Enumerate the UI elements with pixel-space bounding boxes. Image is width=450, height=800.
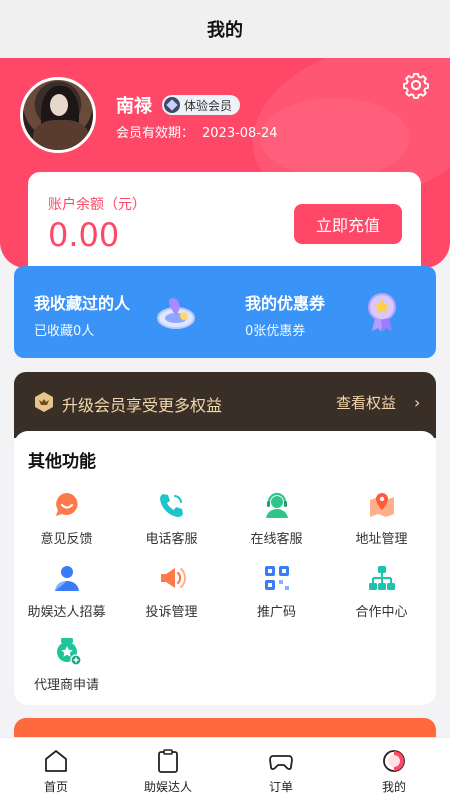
profile-icon <box>383 750 405 772</box>
avatar-body <box>33 120 89 150</box>
expiry-label: 会员有效期： <box>116 126 195 141</box>
function-label: 投诉管理 <box>145 605 198 620</box>
balance-amount: 0.00 <box>48 216 120 254</box>
member-badge: 体验会员 <box>162 95 241 115</box>
tab-label: 助娱达人 <box>143 780 192 794</box>
expiry-date: 2023-08-24 <box>202 126 278 141</box>
username: 南禄 <box>116 96 152 117</box>
tab-mine[interactable]: 我的 <box>338 738 450 800</box>
other-functions-title: 其他功能 <box>28 452 96 472</box>
gamepad-icon <box>269 755 293 770</box>
tab-companions[interactable]: 助娱达人 <box>112 738 224 800</box>
member-badge-label: 体验会员 <box>184 98 233 113</box>
header-decoration-2 <box>260 98 410 178</box>
function-agent[interactable]: 代理商申请 <box>14 632 119 702</box>
favorites-title: 我收藏过的人 <box>34 294 131 313</box>
balance-card: 账户余额（元） 0.00 立即充值 <box>28 172 421 272</box>
feedback-icon <box>55 493 78 516</box>
coupons-count: 0张优惠券 <box>245 324 306 339</box>
function-label: 电话客服 <box>145 532 198 547</box>
function-label: 助娱达人招募 <box>27 605 106 620</box>
cooperation-icon <box>368 566 395 590</box>
avatar[interactable] <box>20 77 96 153</box>
tab-label: 订单 <box>268 780 293 794</box>
coupons-title: 我的优惠券 <box>245 294 326 313</box>
qrcode-icon <box>264 566 289 590</box>
medal-icon <box>368 293 396 332</box>
home-icon <box>45 750 67 772</box>
function-label: 代理商申请 <box>33 678 99 693</box>
address-icon <box>369 493 394 517</box>
chevron-right-icon: › <box>414 393 421 412</box>
avatar-face <box>50 94 68 116</box>
page-title: 我的 <box>207 20 243 41</box>
favorites-icon <box>157 298 195 329</box>
diamond-icon <box>164 97 180 113</box>
other-functions-card: 其他功能 意见反馈 电话客服 在线客服 地址管理 助娱达人招募 投诉管理 推广码… <box>14 431 436 705</box>
view-benefits-link[interactable]: 查看权益 <box>336 392 396 413</box>
balance-label: 账户余额（元） <box>48 197 146 213</box>
recharge-button[interactable]: 立即充值 <box>294 204 402 244</box>
function-online-service[interactable]: 在线客服 <box>224 486 329 556</box>
function-feedback[interactable]: 意见反馈 <box>14 486 119 556</box>
gear-icon[interactable] <box>402 71 430 99</box>
function-address[interactable]: 地址管理 <box>329 486 434 556</box>
phone-icon <box>159 494 183 517</box>
vip-upgrade-text: 升级会员享受更多权益 <box>62 396 223 415</box>
recruit-icon <box>54 566 79 591</box>
function-phone-service[interactable]: 电话客服 <box>119 486 224 556</box>
function-label: 意见反馈 <box>40 532 93 547</box>
favorites-entry[interactable]: 我收藏过的人 已收藏0人 <box>14 266 225 358</box>
function-label: 合作中心 <box>355 605 408 620</box>
tab-label: 我的 <box>381 780 406 794</box>
complaint-icon <box>160 568 186 588</box>
quick-access-card: 我收藏过的人 已收藏0人 我的优惠券 0张优惠券 <box>14 266 436 358</box>
function-complaint[interactable]: 投诉管理 <box>119 559 224 629</box>
membership-expiry: 会员有效期： 2023-08-24 <box>116 122 278 141</box>
page-title-bar: 我的 <box>0 0 450 58</box>
vip-crown-icon <box>35 392 53 412</box>
function-label: 在线客服 <box>250 532 303 547</box>
function-recruit[interactable]: 助娱达人招募 <box>14 559 119 629</box>
coupons-entry[interactable]: 我的优惠券 0张优惠券 <box>225 266 436 358</box>
bottom-tab-bar: 首页 助娱达人 订单 我的 <box>0 737 450 800</box>
function-label: 推广码 <box>256 605 296 620</box>
tab-orders[interactable]: 订单 <box>225 738 337 800</box>
function-label: 地址管理 <box>355 532 408 547</box>
function-qrcode[interactable]: 推广码 <box>224 559 329 629</box>
favorites-count: 已收藏0人 <box>34 324 95 339</box>
vip-upgrade-bar[interactable]: 升级会员享受更多权益 查看权益 › <box>14 372 436 438</box>
clipboard-icon <box>158 749 178 773</box>
function-cooperation[interactable]: 合作中心 <box>329 559 434 629</box>
tab-label: 首页 <box>43 780 68 794</box>
agent-icon <box>56 638 82 666</box>
tab-home[interactable]: 首页 <box>0 738 112 800</box>
online-service-icon <box>265 492 288 518</box>
